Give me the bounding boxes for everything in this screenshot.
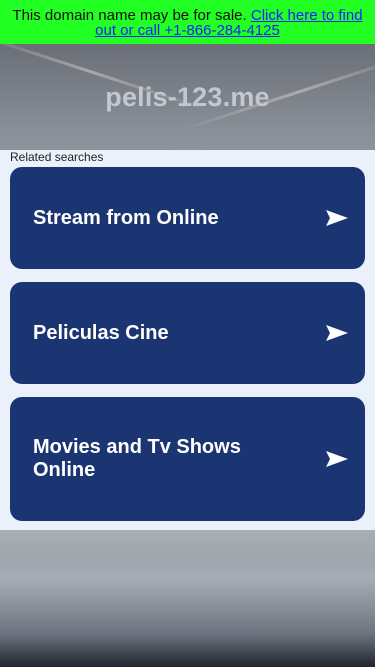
arrow-right-icon	[326, 451, 348, 467]
related-search-card[interactable]: Stream from Online	[10, 167, 365, 269]
related-search-card[interactable]: Peliculas Cine	[10, 282, 365, 384]
for-sale-banner: This domain name may be for sale. Click …	[0, 0, 375, 44]
page: This domain name may be for sale. Click …	[0, 0, 375, 667]
related-search-label: Movies and Tv Shows Online	[33, 436, 241, 481]
arrow-right-icon	[326, 210, 348, 226]
domain-title: pelis-123.me	[105, 81, 270, 112]
related-searches-heading: Related searches	[10, 150, 104, 164]
related-search-card[interactable]: Movies and Tv Shows Online	[10, 397, 365, 521]
related-search-label: Peliculas Cine	[33, 321, 169, 344]
arrow-right-icon	[326, 325, 348, 341]
header: pelis-123.me	[0, 44, 375, 150]
related-search-label: Stream from Online	[33, 206, 219, 229]
decorative-background	[0, 530, 375, 667]
